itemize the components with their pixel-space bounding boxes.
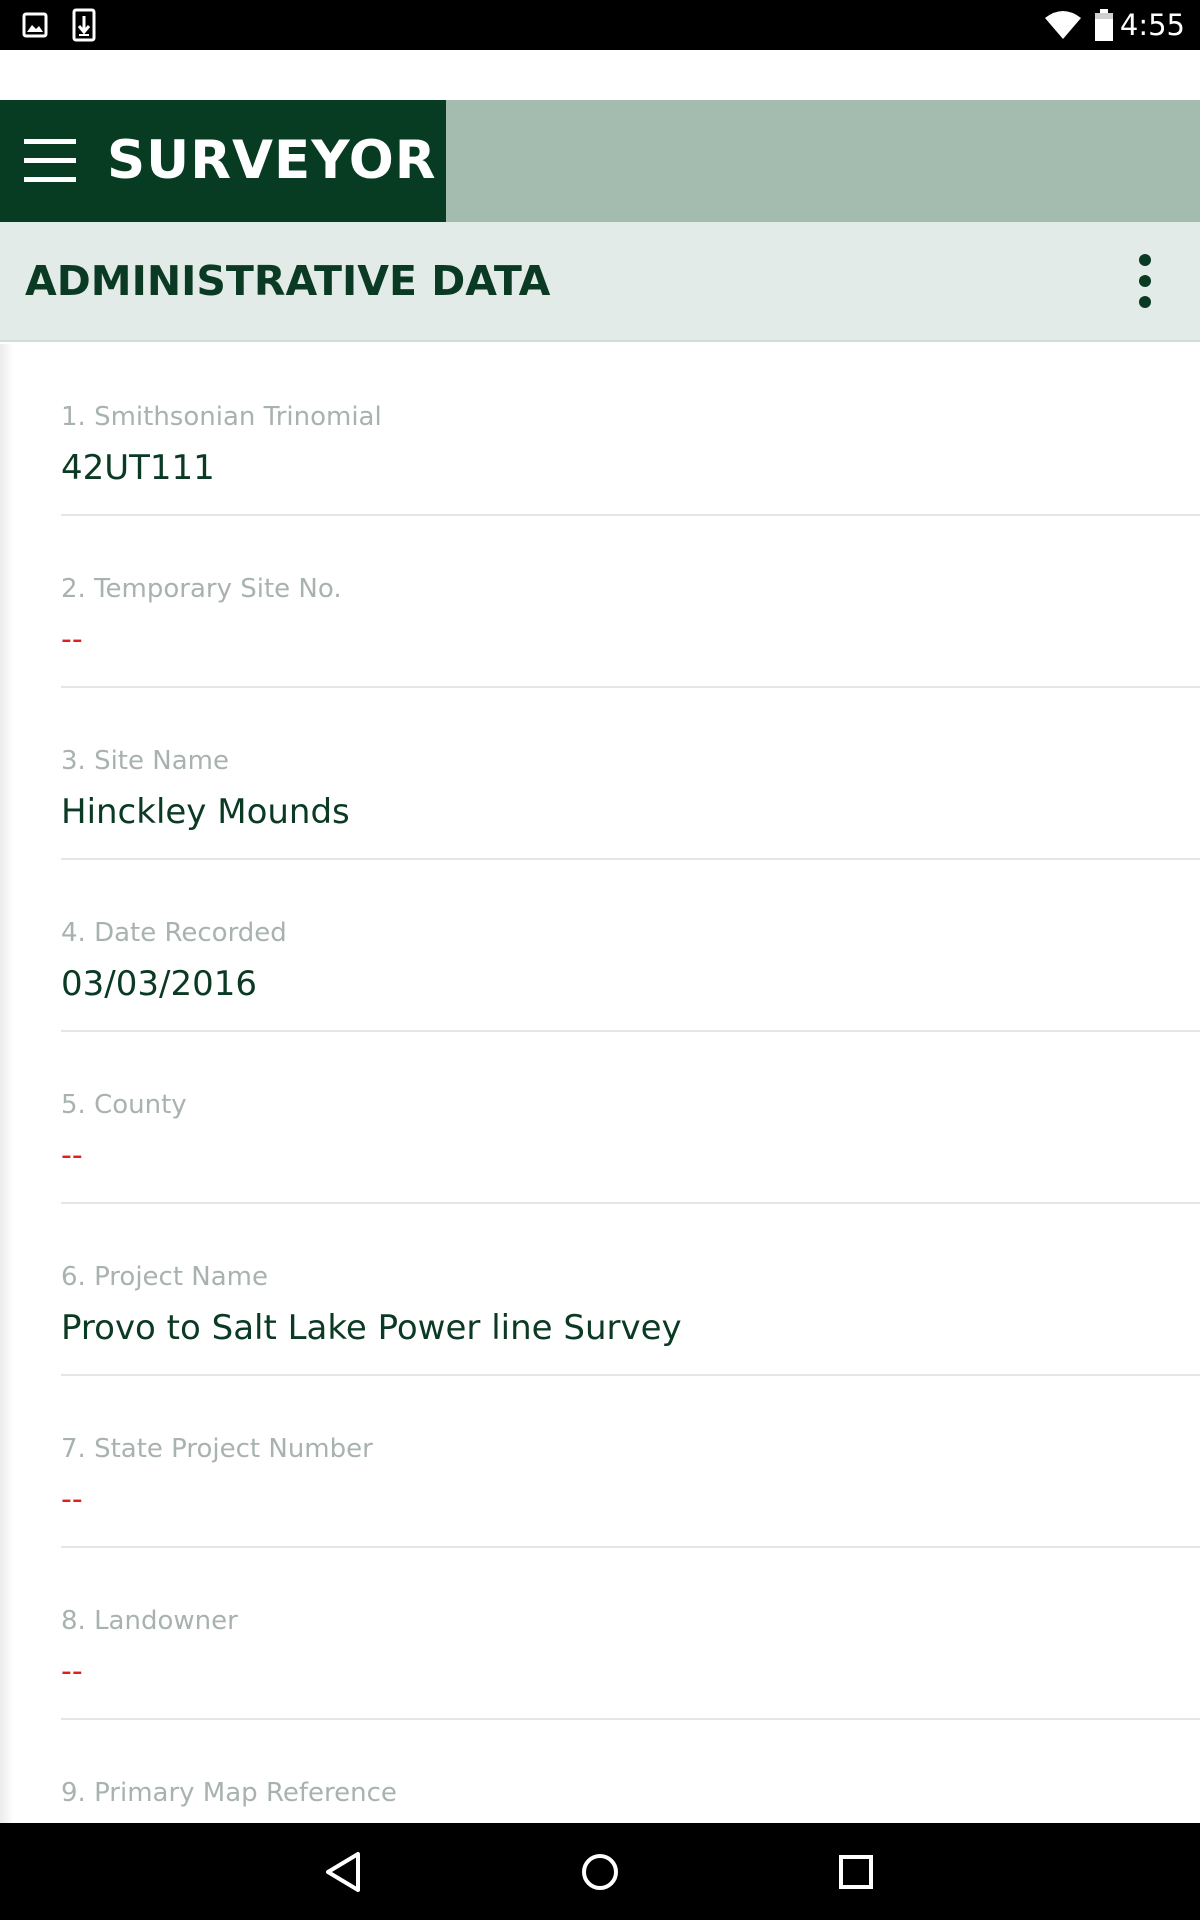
field-project-name[interactable]: 6. Project Name Provo to Salt Lake Power…	[61, 1204, 1200, 1376]
drawer-edge-shadow	[0, 344, 14, 1823]
field-value: Provo to Salt Lake Power line Survey	[61, 1308, 682, 1348]
back-icon	[326, 1852, 360, 1892]
field-label: 4. Date Recorded	[61, 918, 287, 948]
field-value: --	[61, 1138, 83, 1173]
field-landowner[interactable]: 8. Landowner --	[61, 1548, 1200, 1720]
field-label: 2. Temporary Site No.	[61, 574, 342, 604]
field-site-name[interactable]: 3. Site Name Hinckley Mounds	[61, 688, 1200, 860]
home-icon	[582, 1854, 618, 1890]
menu-button[interactable]	[14, 131, 86, 191]
field-value: --	[61, 1654, 83, 1689]
download-notification-icon	[72, 8, 96, 42]
field-temporary-site-no[interactable]: 2. Temporary Site No. --	[61, 516, 1200, 688]
section-title: ADMINISTRATIVE DATA	[25, 257, 551, 305]
recents-icon	[839, 1855, 873, 1889]
status-time: 4:55	[1119, 8, 1185, 42]
field-state-project-number[interactable]: 7. State Project Number --	[61, 1376, 1200, 1548]
app-brand-block: SURVEYOR	[0, 100, 446, 222]
field-label: 9. Primary Map Reference	[61, 1778, 397, 1808]
section-header: ADMINISTRATIVE DATA	[0, 222, 1200, 342]
screen: 4:55 SURVEYOR ADMINISTRATIVE DATA 1. Smi…	[0, 0, 1200, 1920]
home-button[interactable]	[568, 1840, 632, 1904]
field-label: 8. Landowner	[61, 1606, 238, 1636]
hamburger-menu-icon	[24, 139, 76, 182]
field-primary-map-reference[interactable]: 9. Primary Map Reference	[61, 1720, 1200, 1823]
app-header: SURVEYOR	[0, 100, 1200, 222]
field-value: 03/03/2016	[61, 964, 257, 1004]
status-bar: 4:55	[0, 0, 1200, 50]
battery-icon	[1095, 9, 1113, 41]
field-value: --	[61, 1482, 83, 1517]
field-label: 5. County	[61, 1090, 187, 1120]
field-date-recorded[interactable]: 4. Date Recorded 03/03/2016	[61, 860, 1200, 1032]
field-smithsonian-trinomial[interactable]: 1. Smithsonian Trinomial 42UT111	[61, 344, 1200, 516]
status-spacer	[0, 50, 1200, 100]
field-list[interactable]: 1. Smithsonian Trinomial 42UT111 2. Temp…	[0, 344, 1200, 1823]
back-button[interactable]	[312, 1840, 376, 1904]
recents-button[interactable]	[824, 1840, 888, 1904]
app-title: SURVEYOR	[107, 130, 437, 191]
field-label: 7. State Project Number	[61, 1434, 373, 1464]
field-value: --	[61, 622, 83, 657]
field-value: Hinckley Mounds	[61, 792, 350, 832]
overflow-menu-button[interactable]	[1110, 244, 1180, 320]
wifi-icon	[1045, 11, 1081, 39]
field-label: 1. Smithsonian Trinomial	[61, 402, 382, 432]
field-value: 42UT111	[61, 448, 215, 488]
field-county[interactable]: 5. County --	[61, 1032, 1200, 1204]
image-notification-icon	[22, 12, 48, 38]
field-label: 3. Site Name	[61, 746, 229, 776]
field-label: 6. Project Name	[61, 1262, 268, 1292]
more-vert-icon	[1139, 254, 1151, 308]
navigation-bar	[0, 1823, 1200, 1920]
